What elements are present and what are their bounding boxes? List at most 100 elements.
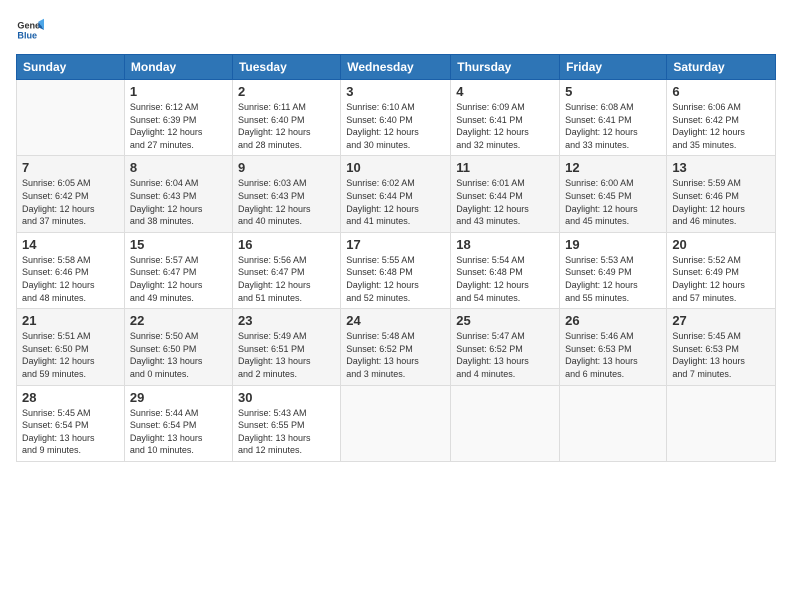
day-info: Sunrise: 6:02 AM Sunset: 6:44 PM Dayligh… xyxy=(346,177,445,227)
calendar-cell: 27 Sunrise: 5:45 AM Sunset: 6:53 PM Dayli… xyxy=(667,309,776,385)
day-info: Sunrise: 6:11 AM Sunset: 6:40 PM Dayligh… xyxy=(238,101,335,151)
day-info: Sunrise: 5:45 AM Sunset: 6:54 PM Dayligh… xyxy=(22,407,119,457)
day-info: Sunrise: 5:52 AM Sunset: 6:49 PM Dayligh… xyxy=(672,254,770,304)
calendar-cell: 21Sunrise: 5:51 AM Sunset: 6:50 PM Dayli… xyxy=(17,309,125,385)
day-number: 9 xyxy=(238,160,335,175)
day-info: Sunrise: 6:08 AM Sunset: 6:41 PM Dayligh… xyxy=(565,101,661,151)
calendar-cell: 8 Sunrise: 6:04 AM Sunset: 6:43 PM Daylig… xyxy=(124,156,232,232)
calendar-cell xyxy=(17,80,125,156)
calendar-cell: 11 Sunrise: 6:01 AM Sunset: 6:44 PM Dayli… xyxy=(451,156,560,232)
day-info: Sunrise: 5:43 AM Sunset: 6:55 PM Dayligh… xyxy=(238,407,335,457)
day-info: Sunrise: 6:03 AM Sunset: 6:43 PM Dayligh… xyxy=(238,177,335,227)
day-info: Sunrise: 6:00 AM Sunset: 6:45 PM Dayligh… xyxy=(565,177,661,227)
calendar-cell: 1 Sunrise: 6:12 AM Sunset: 6:39 PM Daylig… xyxy=(124,80,232,156)
calendar-cell: 7 Sunrise: 6:05 AM Sunset: 6:42 PM Daylig… xyxy=(17,156,125,232)
day-info: Sunrise: 5:55 AM Sunset: 6:48 PM Dayligh… xyxy=(346,254,445,304)
calendar-cell xyxy=(667,385,776,461)
day-info: Sunrise: 6:09 AM Sunset: 6:41 PM Dayligh… xyxy=(456,101,554,151)
day-number: 15 xyxy=(130,237,227,252)
calendar-cell: 10Sunrise: 6:02 AM Sunset: 6:44 PM Dayli… xyxy=(341,156,451,232)
day-number: 30 xyxy=(238,390,335,405)
day-info: Sunrise: 5:59 AM Sunset: 6:46 PM Dayligh… xyxy=(672,177,770,227)
calendar-cell: 30 Sunrise: 5:43 AM Sunset: 6:55 PM Dayli… xyxy=(232,385,340,461)
weekday-header-sunday: Sunday xyxy=(17,55,125,80)
weekday-header-monday: Monday xyxy=(124,55,232,80)
day-info: Sunrise: 6:01 AM Sunset: 6:44 PM Dayligh… xyxy=(456,177,554,227)
day-number: 26 xyxy=(565,313,661,328)
day-number: 16 xyxy=(238,237,335,252)
calendar-cell: 18 Sunrise: 5:54 AM Sunset: 6:48 PM Dayli… xyxy=(451,232,560,308)
calendar-cell: 22 Sunrise: 5:50 AM Sunset: 6:50 PM Dayli… xyxy=(124,309,232,385)
day-info: Sunrise: 5:57 AM Sunset: 6:47 PM Dayligh… xyxy=(130,254,227,304)
day-number: 20 xyxy=(672,237,770,252)
weekday-header-tuesday: Tuesday xyxy=(232,55,340,80)
logo: General Blue xyxy=(16,16,44,44)
calendar-cell: 17 Sunrise: 5:55 AM Sunset: 6:48 PM Dayli… xyxy=(341,232,451,308)
day-number: 6 xyxy=(672,84,770,99)
calendar-cell: 19Sunrise: 5:53 AM Sunset: 6:49 PM Dayli… xyxy=(560,232,667,308)
day-number: 7 xyxy=(22,160,119,175)
calendar-cell: 23 Sunrise: 5:49 AM Sunset: 6:51 PM Dayli… xyxy=(232,309,340,385)
calendar-week-5: 28Sunrise: 5:45 AM Sunset: 6:54 PM Dayli… xyxy=(17,385,776,461)
day-info: Sunrise: 5:48 AM Sunset: 6:52 PM Dayligh… xyxy=(346,330,445,380)
calendar-cell: 5 Sunrise: 6:08 AM Sunset: 6:41 PM Daylig… xyxy=(560,80,667,156)
day-number: 23 xyxy=(238,313,335,328)
calendar-cell: 9 Sunrise: 6:03 AM Sunset: 6:43 PM Daylig… xyxy=(232,156,340,232)
calendar-cell: 26 Sunrise: 5:46 AM Sunset: 6:53 PM Dayli… xyxy=(560,309,667,385)
weekday-header-thursday: Thursday xyxy=(451,55,560,80)
page-header: General Blue xyxy=(16,16,776,44)
day-info: Sunrise: 5:46 AM Sunset: 6:53 PM Dayligh… xyxy=(565,330,661,380)
day-number: 1 xyxy=(130,84,227,99)
day-info: Sunrise: 5:49 AM Sunset: 6:51 PM Dayligh… xyxy=(238,330,335,380)
day-number: 18 xyxy=(456,237,554,252)
day-number: 25 xyxy=(456,313,554,328)
calendar-table: SundayMondayTuesdayWednesdayThursdayFrid… xyxy=(16,54,776,462)
calendar-cell xyxy=(341,385,451,461)
calendar-week-2: 7 Sunrise: 6:05 AM Sunset: 6:42 PM Daylig… xyxy=(17,156,776,232)
calendar-cell: 25 Sunrise: 5:47 AM Sunset: 6:52 PM Dayli… xyxy=(451,309,560,385)
day-info: Sunrise: 6:12 AM Sunset: 6:39 PM Dayligh… xyxy=(130,101,227,151)
day-number: 29 xyxy=(130,390,227,405)
calendar-cell: 12Sunrise: 6:00 AM Sunset: 6:45 PM Dayli… xyxy=(560,156,667,232)
day-number: 11 xyxy=(456,160,554,175)
day-number: 2 xyxy=(238,84,335,99)
day-info: Sunrise: 6:05 AM Sunset: 6:42 PM Dayligh… xyxy=(22,177,119,227)
day-number: 13 xyxy=(672,160,770,175)
calendar-cell: 15 Sunrise: 5:57 AM Sunset: 6:47 PM Dayli… xyxy=(124,232,232,308)
day-info: Sunrise: 5:51 AM Sunset: 6:50 PM Dayligh… xyxy=(22,330,119,380)
day-info: Sunrise: 5:50 AM Sunset: 6:50 PM Dayligh… xyxy=(130,330,227,380)
day-info: Sunrise: 5:44 AM Sunset: 6:54 PM Dayligh… xyxy=(130,407,227,457)
weekday-header-saturday: Saturday xyxy=(667,55,776,80)
calendar-cell xyxy=(560,385,667,461)
calendar-week-3: 14Sunrise: 5:58 AM Sunset: 6:46 PM Dayli… xyxy=(17,232,776,308)
calendar-cell: 6 Sunrise: 6:06 AM Sunset: 6:42 PM Daylig… xyxy=(667,80,776,156)
day-info: Sunrise: 5:47 AM Sunset: 6:52 PM Dayligh… xyxy=(456,330,554,380)
calendar-cell: 14Sunrise: 5:58 AM Sunset: 6:46 PM Dayli… xyxy=(17,232,125,308)
calendar-week-1: 1 Sunrise: 6:12 AM Sunset: 6:39 PM Daylig… xyxy=(17,80,776,156)
calendar-cell: 29 Sunrise: 5:44 AM Sunset: 6:54 PM Dayli… xyxy=(124,385,232,461)
calendar-cell: 28Sunrise: 5:45 AM Sunset: 6:54 PM Dayli… xyxy=(17,385,125,461)
day-number: 5 xyxy=(565,84,661,99)
day-info: Sunrise: 5:45 AM Sunset: 6:53 PM Dayligh… xyxy=(672,330,770,380)
calendar-cell: 24 Sunrise: 5:48 AM Sunset: 6:52 PM Dayli… xyxy=(341,309,451,385)
calendar-header: SundayMondayTuesdayWednesdayThursdayFrid… xyxy=(17,55,776,80)
calendar-cell xyxy=(451,385,560,461)
logo-icon: General Blue xyxy=(16,16,44,44)
calendar-week-4: 21Sunrise: 5:51 AM Sunset: 6:50 PM Dayli… xyxy=(17,309,776,385)
weekday-header-friday: Friday xyxy=(560,55,667,80)
day-number: 24 xyxy=(346,313,445,328)
day-number: 4 xyxy=(456,84,554,99)
day-info: Sunrise: 6:06 AM Sunset: 6:42 PM Dayligh… xyxy=(672,101,770,151)
day-number: 8 xyxy=(130,160,227,175)
calendar-cell: 13 Sunrise: 5:59 AM Sunset: 6:46 PM Dayli… xyxy=(667,156,776,232)
calendar-cell: 16Sunrise: 5:56 AM Sunset: 6:47 PM Dayli… xyxy=(232,232,340,308)
calendar-cell: 20 Sunrise: 5:52 AM Sunset: 6:49 PM Dayli… xyxy=(667,232,776,308)
day-number: 3 xyxy=(346,84,445,99)
calendar-cell: 2 Sunrise: 6:11 AM Sunset: 6:40 PM Daylig… xyxy=(232,80,340,156)
day-info: Sunrise: 6:04 AM Sunset: 6:43 PM Dayligh… xyxy=(130,177,227,227)
day-number: 17 xyxy=(346,237,445,252)
day-info: Sunrise: 5:54 AM Sunset: 6:48 PM Dayligh… xyxy=(456,254,554,304)
day-info: Sunrise: 5:53 AM Sunset: 6:49 PM Dayligh… xyxy=(565,254,661,304)
day-number: 27 xyxy=(672,313,770,328)
day-number: 22 xyxy=(130,313,227,328)
